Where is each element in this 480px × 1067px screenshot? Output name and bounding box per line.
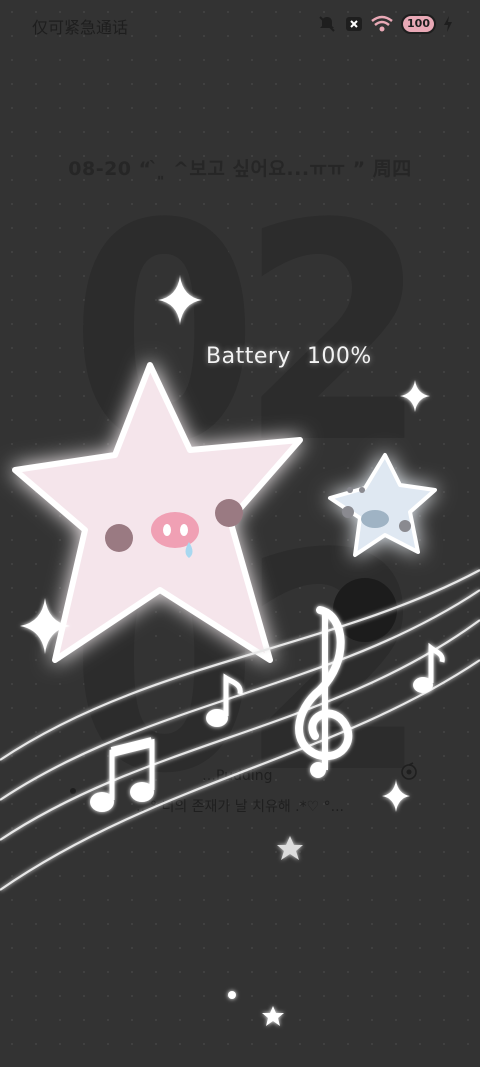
battery-percent: 100% bbox=[306, 344, 372, 369]
music-widget[interactable]: …Pudding …° 너의 존재가 날 치유해 .*♡ °... bbox=[70, 760, 420, 830]
music-indicator bbox=[70, 788, 76, 794]
music-app-icon[interactable] bbox=[400, 762, 418, 784]
status-bar: 仅可紧急通话 100 bbox=[0, 0, 480, 48]
status-icons: 100 bbox=[317, 12, 452, 36]
battery-label: Battery bbox=[206, 344, 291, 369]
music-lyric: …° 너의 존재가 날 치유해 .*♡ °... bbox=[136, 799, 344, 815]
date-line: 08-20 “ ̀ ͈ ^보고 싶어요...ㅠㅠ ” 周四 bbox=[68, 158, 412, 180]
battery-icon: 100 bbox=[401, 12, 436, 36]
lockscreen-clock: 02 02 bbox=[70, 160, 428, 839]
carrier-text: 仅可紧急通话 bbox=[32, 18, 129, 37]
music-title: …Pudding bbox=[202, 768, 273, 784]
no-sim-icon bbox=[345, 12, 363, 36]
mute-icon bbox=[317, 12, 337, 36]
battery-widget: Battery 100% bbox=[206, 344, 372, 369]
charging-icon bbox=[444, 12, 452, 36]
battery-level-text: 100 bbox=[401, 14, 436, 34]
wifi-icon bbox=[371, 12, 393, 36]
